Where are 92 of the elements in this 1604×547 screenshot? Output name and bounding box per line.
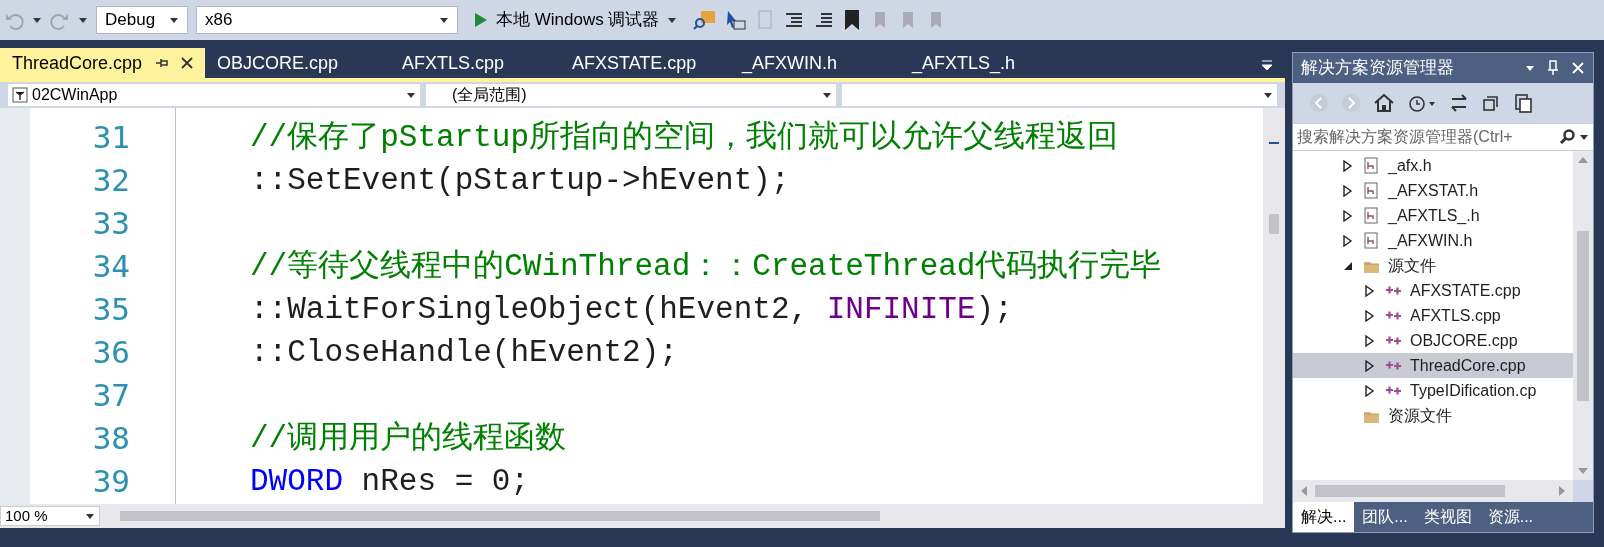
- copy-icon[interactable]: [1513, 93, 1533, 113]
- caret-icon: [406, 91, 416, 99]
- document-tab[interactable]: _AFXWIN.h: [730, 48, 900, 78]
- tree-item[interactable]: _AFXTLS_.h: [1293, 203, 1573, 228]
- scroll-right-icon: [1559, 486, 1565, 496]
- sync-icon[interactable]: [1449, 93, 1469, 113]
- tree-item[interactable]: AFXTLS.cpp: [1293, 303, 1573, 328]
- horizontal-scrollbar[interactable]: [1293, 480, 1573, 502]
- code-line: //等待父线程中的CWinThread：：CreateThread代码执行完毕: [250, 249, 1162, 284]
- document-tab[interactable]: _AFXTLS_.h: [900, 48, 1060, 78]
- caret-icon: [169, 16, 179, 24]
- collapse-all-icon[interactable]: [1481, 93, 1501, 113]
- document-tab[interactable]: AFXSTATE.cpp: [560, 48, 730, 78]
- zoom-dropdown[interactable]: 100 %: [0, 506, 100, 526]
- line-number: 33: [92, 204, 130, 243]
- scroll-down-icon: [1578, 468, 1588, 474]
- dropdown-icon[interactable]: [1525, 64, 1535, 72]
- tree-item[interactable]: _AFXWIN.h: [1293, 228, 1573, 253]
- caret-icon: [85, 512, 95, 520]
- play-icon: [474, 12, 488, 28]
- platform-dropdown[interactable]: x86: [196, 6, 458, 34]
- panel-title: 解决方案资源管理器: [1301, 57, 1454, 80]
- pin-icon[interactable]: [154, 56, 169, 70]
- collapsed-arrow-icon[interactable]: [1343, 159, 1353, 172]
- caret-icon: [822, 91, 832, 99]
- tree-item[interactable]: AFXSTATE.cpp: [1293, 278, 1573, 303]
- caret-icon[interactable]: [32, 16, 42, 24]
- panel-tab[interactable]: 资源...: [1479, 502, 1542, 532]
- code-line: ::CloseHandle(hEvent2);: [250, 335, 678, 370]
- bookmark-icon[interactable]: [843, 9, 862, 31]
- tab-menu-icon[interactable]: [1261, 60, 1273, 70]
- search-field[interactable]: 搜索解决方案资源管理器(Ctrl+: [1293, 123, 1593, 151]
- pointer-icon[interactable]: [725, 9, 748, 31]
- tree-item[interactable]: ThreadCore.cpp: [1293, 353, 1573, 378]
- start-debugging-button[interactable]: 本地 Windows 调试器: [466, 5, 686, 35]
- scroll-left-icon: [1301, 486, 1307, 496]
- document-tab[interactable]: OBJCORE.cpp: [205, 48, 390, 78]
- tree-item[interactable]: 源文件: [1293, 253, 1573, 278]
- collapsed-arrow-icon[interactable]: [1365, 284, 1375, 297]
- header-file-icon: [1363, 157, 1380, 174]
- close-icon[interactable]: [1571, 61, 1585, 75]
- configuration-dropdown[interactable]: Debug: [96, 6, 188, 34]
- scope-dropdown[interactable]: (全局范围): [426, 84, 836, 106]
- document-tab[interactable]: ThreadCore.cpp: [0, 48, 205, 78]
- header-file-icon: [1363, 182, 1380, 199]
- line-number: 38: [92, 419, 130, 458]
- collapsed-arrow-icon[interactable]: [1343, 234, 1353, 247]
- panel-tab[interactable]: 类视图: [1415, 502, 1480, 532]
- panel-tab[interactable]: 解决...: [1293, 502, 1355, 532]
- tree-item[interactable]: _AFXSTAT.h: [1293, 178, 1573, 203]
- panel-tab[interactable]: 团队...: [1354, 502, 1416, 532]
- collapsed-arrow-icon[interactable]: [1365, 309, 1375, 322]
- caret-icon[interactable]: [78, 16, 88, 24]
- tree-item[interactable]: OBJCORE.cpp: [1293, 328, 1573, 353]
- tree-item[interactable]: TypeIDification.cp: [1293, 378, 1573, 403]
- collapsed-arrow-icon[interactable]: [1365, 359, 1375, 372]
- vertical-scrollbar[interactable]: [1263, 108, 1285, 504]
- history-icon[interactable]: [1407, 93, 1437, 113]
- vertical-scrollbar[interactable]: [1573, 151, 1593, 480]
- code-line: //调用用户的线程函数: [250, 421, 567, 456]
- line-number: 39: [92, 462, 130, 501]
- document-tab[interactable]: AFXTLS.cpp: [390, 48, 560, 78]
- collapsed-arrow-icon[interactable]: [1343, 184, 1353, 197]
- line-number: 31: [92, 118, 130, 157]
- close-icon[interactable]: [180, 56, 195, 70]
- collapsed-arrow-icon[interactable]: [1365, 334, 1375, 347]
- header-file-icon: [1363, 207, 1380, 224]
- code-line: ::SetEvent(pStartup->hEvent);: [250, 163, 790, 198]
- caret-icon: [667, 16, 678, 24]
- code-line: //保存了pStartup所指向的空间，我们就可以允许父线程返回: [250, 120, 1119, 155]
- project-dropdown[interactable]: 02CWinApp: [8, 84, 420, 106]
- find-icon[interactable]: [693, 9, 718, 31]
- code-line: ::WaitForSingleObject(hEvent2, INFINITE);: [250, 292, 1013, 327]
- collapsed-arrow-icon[interactable]: [1343, 209, 1353, 222]
- line-number: 32: [92, 161, 130, 200]
- line-number: 36: [92, 333, 130, 372]
- tree-item[interactable]: 资源文件: [1293, 403, 1573, 428]
- scroll-up-icon: [1578, 157, 1588, 163]
- collapsed-arrow-icon[interactable]: [1365, 384, 1375, 397]
- line-number: 35: [92, 290, 130, 329]
- caret-icon: [1579, 133, 1589, 141]
- tree-item[interactable]: _afx.h: [1293, 153, 1573, 178]
- search-icon: [1559, 129, 1575, 145]
- line-number: 34: [92, 247, 130, 286]
- expanded-arrow-icon[interactable]: [1343, 260, 1353, 271]
- line-number: 37: [92, 376, 130, 415]
- home-icon[interactable]: [1373, 93, 1395, 113]
- caret-icon: [439, 16, 449, 24]
- code-line: DWORD nRes = 0;: [250, 464, 530, 499]
- caret-icon: [1263, 91, 1273, 99]
- pin-icon[interactable]: [1547, 60, 1559, 76]
- header-file-icon: [1363, 232, 1380, 249]
